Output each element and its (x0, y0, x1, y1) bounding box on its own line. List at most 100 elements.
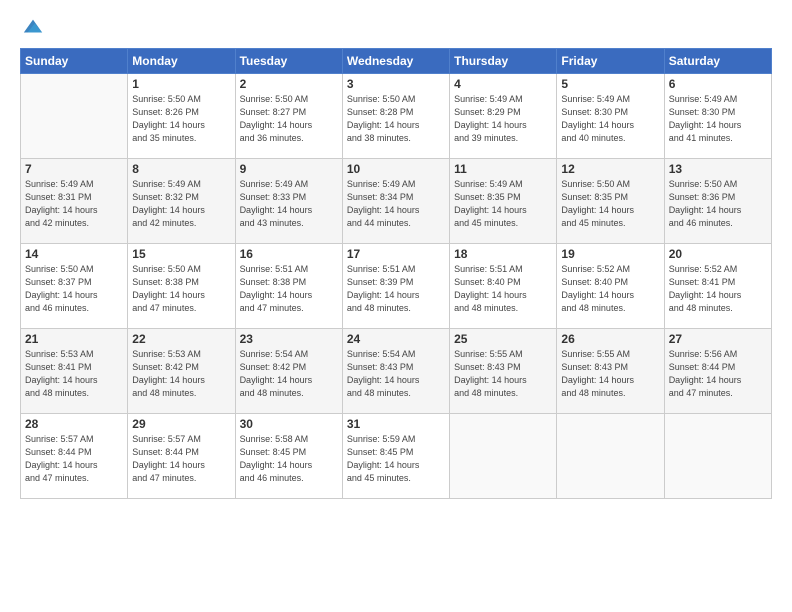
day-number: 13 (669, 162, 767, 176)
calendar-cell (450, 414, 557, 499)
calendar-cell: 19 Sunrise: 5:52 AM Sunset: 8:40 PM Dayli… (557, 244, 664, 329)
day-number: 30 (240, 417, 338, 431)
day-info: Sunrise: 5:55 AM Sunset: 8:43 PM Dayligh… (561, 348, 659, 400)
calendar-cell: 8 Sunrise: 5:49 AM Sunset: 8:32 PM Daylig… (128, 159, 235, 244)
day-info: Sunrise: 5:52 AM Sunset: 8:40 PM Dayligh… (561, 263, 659, 315)
calendar-header-wednesday: Wednesday (342, 49, 449, 74)
calendar-cell: 14 Sunrise: 5:50 AM Sunset: 8:37 PM Dayli… (21, 244, 128, 329)
day-number: 18 (454, 247, 552, 261)
day-number: 22 (132, 332, 230, 346)
day-info: Sunrise: 5:57 AM Sunset: 8:44 PM Dayligh… (25, 433, 123, 485)
calendar-header-sunday: Sunday (21, 49, 128, 74)
day-number: 24 (347, 332, 445, 346)
day-number: 17 (347, 247, 445, 261)
day-number: 12 (561, 162, 659, 176)
day-info: Sunrise: 5:53 AM Sunset: 8:41 PM Dayligh… (25, 348, 123, 400)
day-info: Sunrise: 5:54 AM Sunset: 8:42 PM Dayligh… (240, 348, 338, 400)
day-number: 23 (240, 332, 338, 346)
day-number: 31 (347, 417, 445, 431)
calendar-cell: 5Sunrise: 5:49 AM Sunset: 8:30 PM Daylig… (557, 74, 664, 159)
day-number: 16 (240, 247, 338, 261)
day-number: 7 (25, 162, 123, 176)
day-number: 25 (454, 332, 552, 346)
day-number: 15 (132, 247, 230, 261)
day-number: 5 (561, 77, 659, 91)
day-info: Sunrise: 5:49 AM Sunset: 8:33 PM Dayligh… (240, 178, 338, 230)
calendar-cell: 3 Sunrise: 5:50 AM Sunset: 8:28 PM Daylig… (342, 74, 449, 159)
day-number: 21 (25, 332, 123, 346)
calendar-cell: 11Sunrise: 5:49 AM Sunset: 8:35 PM Dayli… (450, 159, 557, 244)
day-number: 6 (669, 77, 767, 91)
calendar-cell: 31 Sunrise: 5:59 AM Sunset: 8:45 PM Dayli… (342, 414, 449, 499)
day-number: 26 (561, 332, 659, 346)
day-info: Sunrise: 5:58 AM Sunset: 8:45 PM Dayligh… (240, 433, 338, 485)
calendar-cell: 6 Sunrise: 5:49 AM Sunset: 8:30 PM Daylig… (664, 74, 771, 159)
day-info: Sunrise: 5:55 AM Sunset: 8:43 PM Dayligh… (454, 348, 552, 400)
calendar-cell (664, 414, 771, 499)
calendar-header-thursday: Thursday (450, 49, 557, 74)
day-number: 10 (347, 162, 445, 176)
calendar-cell: 1 Sunrise: 5:50 AM Sunset: 8:26 PM Daylig… (128, 74, 235, 159)
day-number: 1 (132, 77, 230, 91)
day-info: Sunrise: 5:53 AM Sunset: 8:42 PM Dayligh… (132, 348, 230, 400)
day-number: 11 (454, 162, 552, 176)
calendar-cell: 17Sunrise: 5:51 AM Sunset: 8:39 PM Dayli… (342, 244, 449, 329)
day-number: 4 (454, 77, 552, 91)
day-number: 20 (669, 247, 767, 261)
calendar-week-row: 14 Sunrise: 5:50 AM Sunset: 8:37 PM Dayli… (21, 244, 772, 329)
calendar-cell: 12 Sunrise: 5:50 AM Sunset: 8:35 PM Dayli… (557, 159, 664, 244)
calendar-cell: 10 Sunrise: 5:49 AM Sunset: 8:34 PM Dayli… (342, 159, 449, 244)
calendar-cell: 26 Sunrise: 5:55 AM Sunset: 8:43 PM Dayli… (557, 329, 664, 414)
day-info: Sunrise: 5:51 AM Sunset: 8:40 PM Dayligh… (454, 263, 552, 315)
day-number: 9 (240, 162, 338, 176)
day-number: 29 (132, 417, 230, 431)
calendar-cell: 2Sunrise: 5:50 AM Sunset: 8:27 PM Daylig… (235, 74, 342, 159)
day-number: 27 (669, 332, 767, 346)
day-info: Sunrise: 5:52 AM Sunset: 8:41 PM Dayligh… (669, 263, 767, 315)
day-info: Sunrise: 5:54 AM Sunset: 8:43 PM Dayligh… (347, 348, 445, 400)
day-info: Sunrise: 5:50 AM Sunset: 8:35 PM Dayligh… (561, 178, 659, 230)
calendar-cell: 9 Sunrise: 5:49 AM Sunset: 8:33 PM Daylig… (235, 159, 342, 244)
calendar-cell: 27 Sunrise: 5:56 AM Sunset: 8:44 PM Dayli… (664, 329, 771, 414)
day-info: Sunrise: 5:50 AM Sunset: 8:37 PM Dayligh… (25, 263, 123, 315)
day-info: Sunrise: 5:50 AM Sunset: 8:27 PM Dayligh… (240, 93, 338, 145)
day-info: Sunrise: 5:59 AM Sunset: 8:45 PM Dayligh… (347, 433, 445, 485)
calendar-cell: 28 Sunrise: 5:57 AM Sunset: 8:44 PM Dayli… (21, 414, 128, 499)
calendar-cell: 7 Sunrise: 5:49 AM Sunset: 8:31 PM Daylig… (21, 159, 128, 244)
calendar-header-monday: Monday (128, 49, 235, 74)
day-info: Sunrise: 5:49 AM Sunset: 8:34 PM Dayligh… (347, 178, 445, 230)
day-info: Sunrise: 5:50 AM Sunset: 8:26 PM Dayligh… (132, 93, 230, 145)
calendar-cell: 18 Sunrise: 5:51 AM Sunset: 8:40 PM Dayli… (450, 244, 557, 329)
day-info: Sunrise: 5:50 AM Sunset: 8:28 PM Dayligh… (347, 93, 445, 145)
header (20, 16, 772, 38)
day-number: 8 (132, 162, 230, 176)
calendar-cell: 23 Sunrise: 5:54 AM Sunset: 8:42 PM Dayli… (235, 329, 342, 414)
day-info: Sunrise: 5:56 AM Sunset: 8:44 PM Dayligh… (669, 348, 767, 400)
calendar-cell (21, 74, 128, 159)
calendar-week-row: 28 Sunrise: 5:57 AM Sunset: 8:44 PM Dayli… (21, 414, 772, 499)
calendar-header-tuesday: Tuesday (235, 49, 342, 74)
calendar-week-row: 1 Sunrise: 5:50 AM Sunset: 8:26 PM Daylig… (21, 74, 772, 159)
calendar-header-saturday: Saturday (664, 49, 771, 74)
calendar-cell: 30 Sunrise: 5:58 AM Sunset: 8:45 PM Dayli… (235, 414, 342, 499)
day-info: Sunrise: 5:50 AM Sunset: 8:38 PM Dayligh… (132, 263, 230, 315)
calendar-table: SundayMondayTuesdayWednesdayThursdayFrid… (20, 48, 772, 499)
calendar-week-row: 21 Sunrise: 5:53 AM Sunset: 8:41 PM Dayli… (21, 329, 772, 414)
calendar-cell: 15 Sunrise: 5:50 AM Sunset: 8:38 PM Dayli… (128, 244, 235, 329)
day-info: Sunrise: 5:50 AM Sunset: 8:36 PM Dayligh… (669, 178, 767, 230)
calendar-cell: 21 Sunrise: 5:53 AM Sunset: 8:41 PM Dayli… (21, 329, 128, 414)
calendar-cell: 4Sunrise: 5:49 AM Sunset: 8:29 PM Daylig… (450, 74, 557, 159)
logo-icon (22, 16, 44, 38)
day-number: 3 (347, 77, 445, 91)
day-info: Sunrise: 5:51 AM Sunset: 8:38 PM Dayligh… (240, 263, 338, 315)
calendar-cell: 25 Sunrise: 5:55 AM Sunset: 8:43 PM Dayli… (450, 329, 557, 414)
calendar-cell: 16 Sunrise: 5:51 AM Sunset: 8:38 PM Dayli… (235, 244, 342, 329)
day-info: Sunrise: 5:49 AM Sunset: 8:30 PM Dayligh… (669, 93, 767, 145)
calendar-cell: 29Sunrise: 5:57 AM Sunset: 8:44 PM Dayli… (128, 414, 235, 499)
day-info: Sunrise: 5:49 AM Sunset: 8:32 PM Dayligh… (132, 178, 230, 230)
day-number: 14 (25, 247, 123, 261)
day-number: 28 (25, 417, 123, 431)
day-info: Sunrise: 5:49 AM Sunset: 8:31 PM Dayligh… (25, 178, 123, 230)
day-number: 19 (561, 247, 659, 261)
calendar-cell: 24 Sunrise: 5:54 AM Sunset: 8:43 PM Dayli… (342, 329, 449, 414)
